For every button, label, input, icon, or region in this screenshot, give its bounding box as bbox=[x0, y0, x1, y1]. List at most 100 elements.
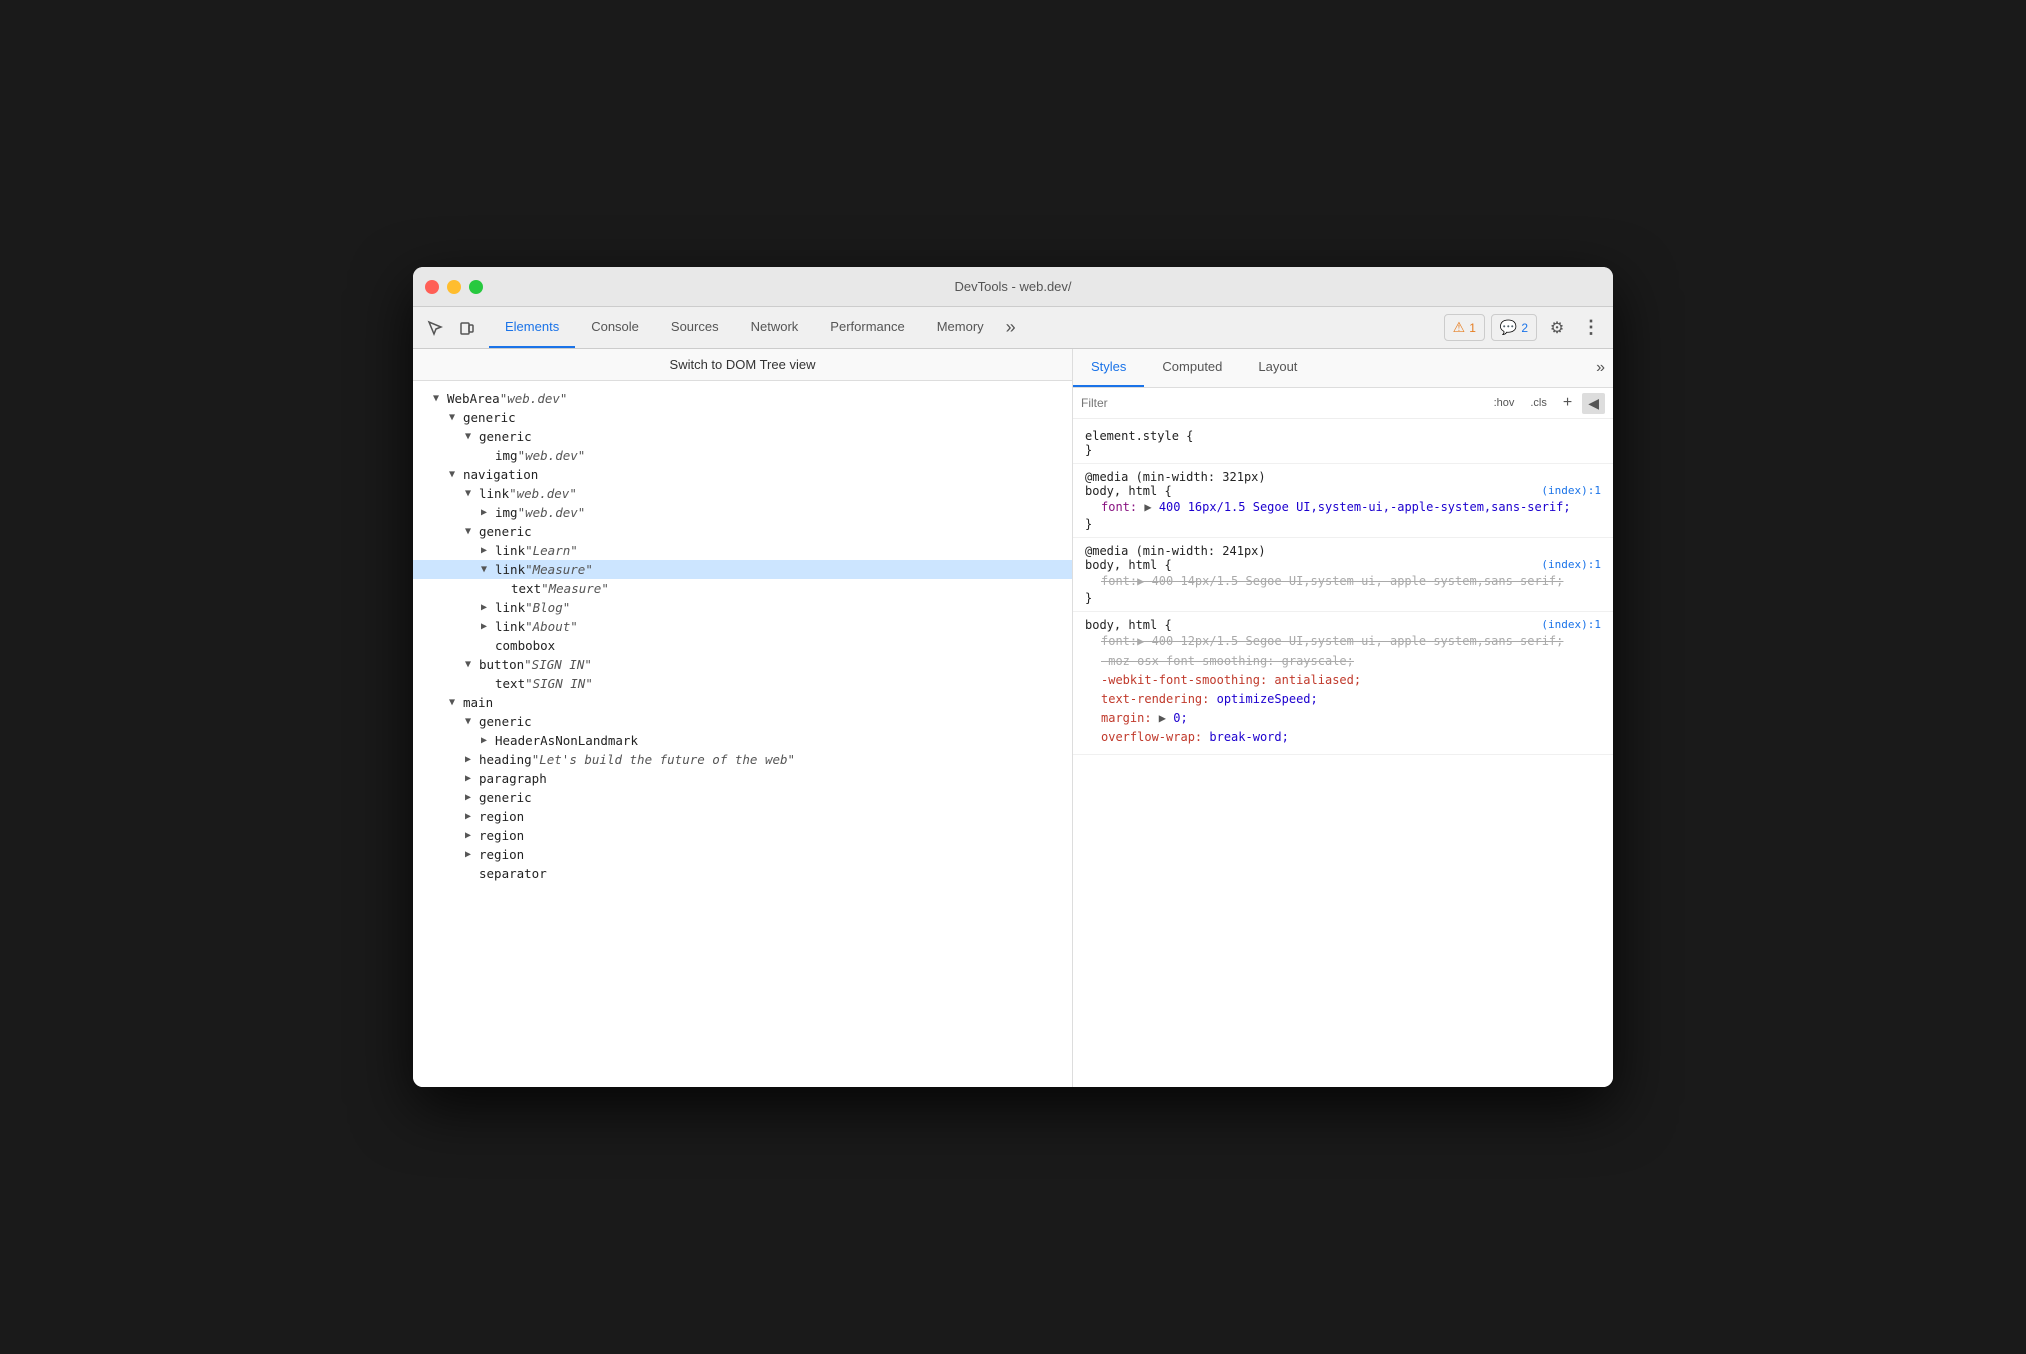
expand-arrow: ▼ bbox=[465, 716, 479, 727]
warn-count: 1 bbox=[1469, 321, 1476, 335]
tree-row[interactable]: ▶ generic bbox=[413, 788, 1072, 807]
toggle-sidebar-button[interactable]: ◀ bbox=[1582, 393, 1605, 414]
tab-elements[interactable]: Elements bbox=[489, 307, 575, 348]
tab-console[interactable]: Console bbox=[575, 307, 655, 348]
toolbar: Elements Console Sources Network Perform… bbox=[413, 307, 1613, 349]
tree-row[interactable]: ▶ region bbox=[413, 826, 1072, 845]
tree-row[interactable]: ▼ link "web.dev" bbox=[413, 484, 1072, 503]
message-icon: 💬 bbox=[1500, 319, 1517, 336]
class-filter-button[interactable]: .cls bbox=[1524, 395, 1553, 411]
expand-arrow: ▼ bbox=[449, 697, 463, 708]
css-prop-text-rendering: text-rendering: optimizeSpeed; bbox=[1085, 690, 1601, 709]
traffic-lights bbox=[425, 280, 483, 294]
title-bar: DevTools - web.dev/ bbox=[413, 267, 1613, 307]
tree-row[interactable]: combobox bbox=[413, 636, 1072, 655]
dom-tree[interactable]: ▼ WebArea "web.dev" ▼ generic ▼ generic bbox=[413, 381, 1072, 1087]
css-prop-font-striked: font:▶ 400 12px/1.5 Segoe UI,system-ui,-… bbox=[1085, 632, 1601, 651]
expand-arrow: ▶ bbox=[481, 545, 495, 556]
css-prop-overflow-wrap: overflow-wrap: break-word; bbox=[1085, 728, 1601, 747]
css-prop-margin: margin: ▶ 0; bbox=[1085, 709, 1601, 728]
more-options-button[interactable]: ⋮ bbox=[1577, 314, 1605, 342]
tree-row[interactable]: separator bbox=[413, 864, 1072, 883]
message-count: 2 bbox=[1521, 321, 1528, 335]
tree-row[interactable]: text "SIGN IN" bbox=[413, 674, 1072, 693]
tree-row[interactable]: ▶ region bbox=[413, 807, 1072, 826]
css-prop-striked: font:▶ 400 14px/1.5 Segoe UI,system-ui,-… bbox=[1085, 572, 1601, 591]
maximize-button[interactable] bbox=[469, 280, 483, 294]
expand-arrow: ▼ bbox=[465, 488, 479, 499]
inspect-element-button[interactable] bbox=[421, 314, 449, 342]
expand-arrow: ▶ bbox=[465, 830, 479, 841]
expand-arrow: ▼ bbox=[449, 469, 463, 480]
expand-arrow: ▼ bbox=[465, 431, 479, 442]
tree-row[interactable]: ▼ WebArea "web.dev" bbox=[413, 389, 1072, 408]
tree-row[interactable]: ▶ link "Learn" bbox=[413, 541, 1072, 560]
tree-row[interactable]: ▶ paragraph bbox=[413, 769, 1072, 788]
messages-button[interactable]: 💬 2 bbox=[1491, 314, 1537, 341]
tree-row[interactable]: ▼ generic bbox=[413, 522, 1072, 541]
tab-network[interactable]: Network bbox=[735, 307, 815, 348]
expand-arrow: ▼ bbox=[433, 393, 447, 404]
tree-row[interactable]: ▼ navigation bbox=[413, 465, 1072, 484]
expand-arrow: ▶ bbox=[481, 621, 495, 632]
tree-row[interactable]: ▶ region bbox=[413, 845, 1072, 864]
more-tabs-button[interactable]: » bbox=[1000, 307, 1022, 348]
tree-row[interactable]: ▼ generic bbox=[413, 408, 1072, 427]
toolbar-right: ⚠ 1 💬 2 ⚙ ⋮ bbox=[1444, 307, 1605, 348]
tree-row[interactable]: ▶ link "About" bbox=[413, 617, 1072, 636]
css-prop-moz-striked: -moz-osx-font-smoothing: grayscale; bbox=[1085, 652, 1601, 671]
tree-row[interactable]: ▼ button "SIGN IN" bbox=[413, 655, 1072, 674]
tree-row[interactable]: ▶ img "web.dev" bbox=[413, 503, 1072, 522]
dom-panel: Switch to DOM Tree view ▼ WebArea "web.d… bbox=[413, 349, 1073, 1087]
expand-arrow: ▼ bbox=[449, 412, 463, 423]
styles-panel: Styles Computed Layout » :hov .cls + ◀ bbox=[1073, 349, 1613, 1087]
warnings-button[interactable]: ⚠ 1 bbox=[1444, 314, 1485, 341]
css-rule-element-style: element.style { } bbox=[1073, 423, 1613, 464]
expand-arrow: ▶ bbox=[481, 735, 495, 746]
styles-tab-layout[interactable]: Layout bbox=[1240, 349, 1315, 387]
close-button[interactable] bbox=[425, 280, 439, 294]
tab-memory[interactable]: Memory bbox=[921, 307, 1000, 348]
expand-arrow: ▼ bbox=[465, 659, 479, 670]
more-styles-tabs-button[interactable]: » bbox=[1588, 349, 1613, 387]
tab-sources[interactable]: Sources bbox=[655, 307, 735, 348]
hover-filter-button[interactable]: :hov bbox=[1488, 395, 1521, 411]
css-rule-body-html: body, html { (index):1 font:▶ 400 12px/1… bbox=[1073, 612, 1613, 754]
expand-arrow: ▶ bbox=[481, 602, 495, 613]
expand-arrow: ▶ bbox=[465, 849, 479, 860]
css-prop-webkit: -webkit-font-smoothing: antialiased; bbox=[1085, 671, 1601, 690]
css-rule-media-241: @media (min-width: 241px) body, html { (… bbox=[1073, 538, 1613, 612]
tree-row[interactable]: ▼ generic bbox=[413, 427, 1072, 446]
tree-row[interactable]: ▼ main bbox=[413, 693, 1072, 712]
tree-row[interactable]: ▼ generic bbox=[413, 712, 1072, 731]
expand-arrow: ▶ bbox=[465, 773, 479, 784]
expand-arrow: ▶ bbox=[465, 811, 479, 822]
add-style-button[interactable]: + bbox=[1557, 392, 1578, 414]
minimize-button[interactable] bbox=[447, 280, 461, 294]
devtools-window: DevTools - web.dev/ Elements Console bbox=[413, 267, 1613, 1087]
expand-arrow: ▼ bbox=[481, 564, 495, 575]
tree-row[interactable]: ▶ heading "Let's build the future of the… bbox=[413, 750, 1072, 769]
styles-tabs: Styles Computed Layout » bbox=[1073, 349, 1613, 388]
tab-performance[interactable]: Performance bbox=[814, 307, 920, 348]
tree-row[interactable]: ▶ link "Blog" bbox=[413, 598, 1072, 617]
warn-icon: ⚠ bbox=[1453, 319, 1466, 336]
styles-tab-computed[interactable]: Computed bbox=[1144, 349, 1240, 387]
toolbar-left bbox=[421, 307, 481, 348]
css-rule-media-321: @media (min-width: 321px) body, html { (… bbox=[1073, 464, 1613, 538]
device-toolbar-button[interactable] bbox=[453, 314, 481, 342]
css-prop: font: ▶ 400 16px/1.5 Segoe UI,system-ui,… bbox=[1085, 498, 1601, 517]
filter-bar: :hov .cls + ◀ bbox=[1073, 388, 1613, 419]
styles-filter-input[interactable] bbox=[1081, 396, 1484, 410]
tree-row[interactable]: text "Measure" bbox=[413, 579, 1072, 598]
switch-view-bar[interactable]: Switch to DOM Tree view bbox=[413, 349, 1072, 381]
tree-row[interactable]: ▶ HeaderAsNonLandmark bbox=[413, 731, 1072, 750]
tree-row-selected[interactable]: ▼ link "Measure" bbox=[413, 560, 1072, 579]
toolbar-tabs: Elements Console Sources Network Perform… bbox=[489, 307, 1444, 348]
settings-button[interactable]: ⚙ bbox=[1543, 314, 1571, 342]
expand-arrow: ▶ bbox=[465, 792, 479, 803]
styles-content: element.style { } @media (min-width: 321… bbox=[1073, 419, 1613, 1087]
styles-tab-styles[interactable]: Styles bbox=[1073, 349, 1144, 387]
expand-arrow: ▼ bbox=[465, 526, 479, 537]
tree-row[interactable]: img "web.dev" bbox=[413, 446, 1072, 465]
